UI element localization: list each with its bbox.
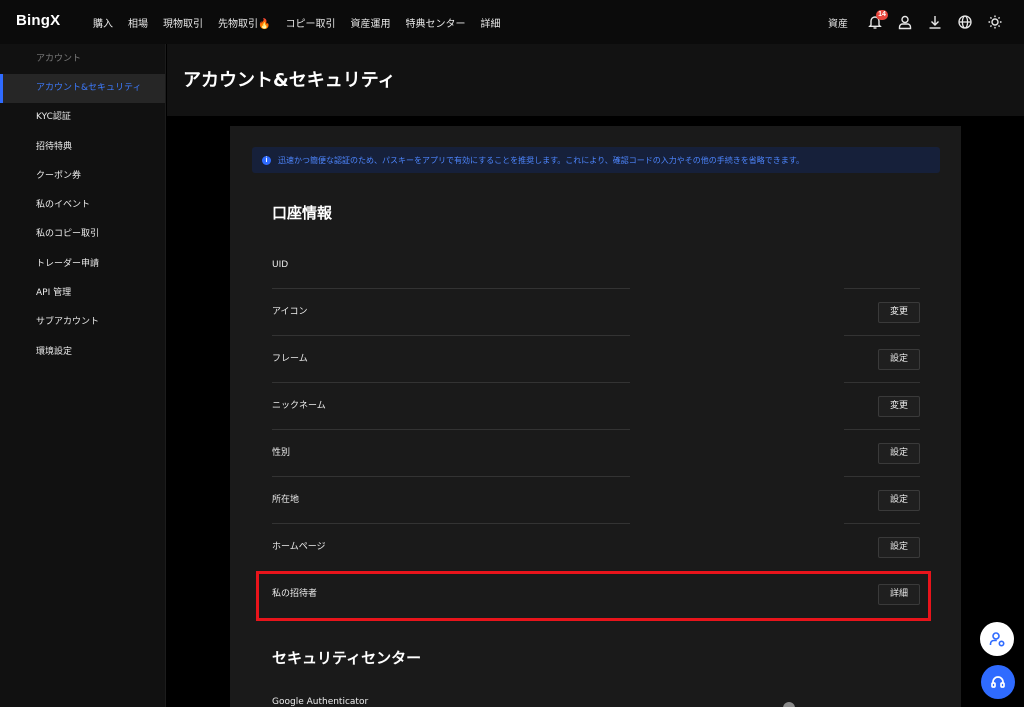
row-gender: 性別 設定: [272, 430, 920, 477]
row-google-authenticator: Google Authenticator: [272, 682, 920, 707]
passkey-notice: i 迅速かつ簡便な認証のため、パスキーをアプリで有効にすることを推奨します。これ…: [252, 147, 940, 173]
sidebar-item-referral[interactable]: 招待特典: [0, 133, 165, 162]
sidebar-item-trader-application[interactable]: トレーダー申請: [0, 250, 165, 279]
sidebar-item-account-security[interactable]: アカウント&セキュリティ: [0, 74, 165, 104]
account-helper-button[interactable]: [980, 622, 1014, 656]
main-nav: 購入 相場 現物取引 先物取引🔥 コピー取引 資産運用 特典センター 詳細: [93, 0, 515, 44]
user-icon[interactable]: [890, 7, 920, 37]
toggle-switch[interactable]: [783, 702, 795, 707]
page-title: アカウント&セキュリティ: [183, 70, 396, 91]
sun-icon[interactable]: [980, 7, 1010, 37]
nav-assets[interactable]: 資産: [828, 15, 848, 30]
nav-spot[interactable]: 現物取引: [163, 15, 203, 30]
top-nav-bar: BingX 購入 相場 現物取引 先物取引🔥 コピー取引 資産運用 特典センター…: [0, 0, 1024, 44]
change-avatar-button[interactable]: 変更: [877, 302, 920, 323]
row-uid: UID: [272, 242, 920, 289]
row-label: ホームページ: [272, 542, 326, 552]
page-header: アカウント&セキュリティ: [167, 44, 1024, 116]
row-label: Google Authenticator: [272, 697, 369, 707]
notice-text: 迅速かつ簡便な認証のため、パスキーをアプリで有効にすることを推奨します。これによ…: [278, 155, 804, 165]
nav-copy-trading[interactable]: コピー取引: [285, 15, 335, 30]
sidebar-header: アカウント: [36, 54, 82, 64]
row-homepage: ホームページ 設定: [272, 524, 920, 571]
nav-buy[interactable]: 購入: [93, 15, 113, 30]
row-nickname: ニックネーム 変更: [272, 383, 920, 430]
row-avatar: アイコン 変更: [272, 289, 920, 336]
set-homepage-button[interactable]: 設定: [877, 537, 920, 558]
nav-futures[interactable]: 先物取引🔥: [218, 15, 270, 30]
sidebar-item-preferences[interactable]: 環境設定: [0, 338, 165, 367]
nav-right: 資産 14: [828, 0, 1010, 44]
highlight-box: [256, 571, 931, 621]
sidebar-item-kyc[interactable]: KYC認証: [0, 103, 165, 132]
sidebar-item-subaccounts[interactable]: サブアカウント: [0, 308, 165, 337]
support-chat-button[interactable]: [981, 665, 1015, 699]
globe-icon[interactable]: [950, 7, 980, 37]
sidebar-item-copy-trading[interactable]: 私のコピー取引: [0, 220, 165, 249]
download-icon[interactable]: [920, 7, 950, 37]
change-nickname-button[interactable]: 変更: [877, 396, 920, 417]
sidebar-item-api[interactable]: API 管理: [0, 279, 165, 308]
headset-icon: [991, 676, 1005, 688]
row-location: 所在地 設定: [272, 477, 920, 524]
bingx-logo[interactable]: BingX: [16, 12, 60, 29]
set-gender-button[interactable]: 設定: [877, 443, 920, 464]
set-frame-button[interactable]: 設定: [877, 349, 920, 370]
row-label: アイコン: [272, 307, 308, 317]
nav-markets[interactable]: 相場: [128, 15, 148, 30]
sidebar-item-coupons[interactable]: クーポン券: [0, 162, 165, 191]
notification-badge: 14: [876, 10, 888, 20]
row-label: ニックネーム: [272, 401, 326, 411]
row-label: フレーム: [272, 354, 308, 364]
row-label: 所在地: [272, 495, 300, 505]
set-location-button[interactable]: 設定: [877, 490, 920, 511]
bell-icon[interactable]: 14: [860, 7, 890, 37]
row-label: 性別: [272, 448, 291, 458]
sidebar: アカウント アカウント&セキュリティ KYC認証 招待特典 クーポン券 私のイベ…: [0, 44, 166, 707]
nav-more[interactable]: 詳細: [480, 15, 500, 30]
row-label: UID: [272, 260, 289, 270]
security-center-title: セキュリティセンター: [272, 649, 422, 667]
nav-earn[interactable]: 資産運用: [350, 15, 390, 30]
account-info-title: 口座情報: [272, 204, 333, 222]
sidebar-item-events[interactable]: 私のイベント: [0, 191, 165, 220]
info-icon: i: [262, 155, 271, 165]
row-frame: フレーム 設定: [272, 336, 920, 383]
nav-rewards-center[interactable]: 特典センター: [405, 15, 465, 30]
user-link-icon: [989, 632, 1005, 647]
